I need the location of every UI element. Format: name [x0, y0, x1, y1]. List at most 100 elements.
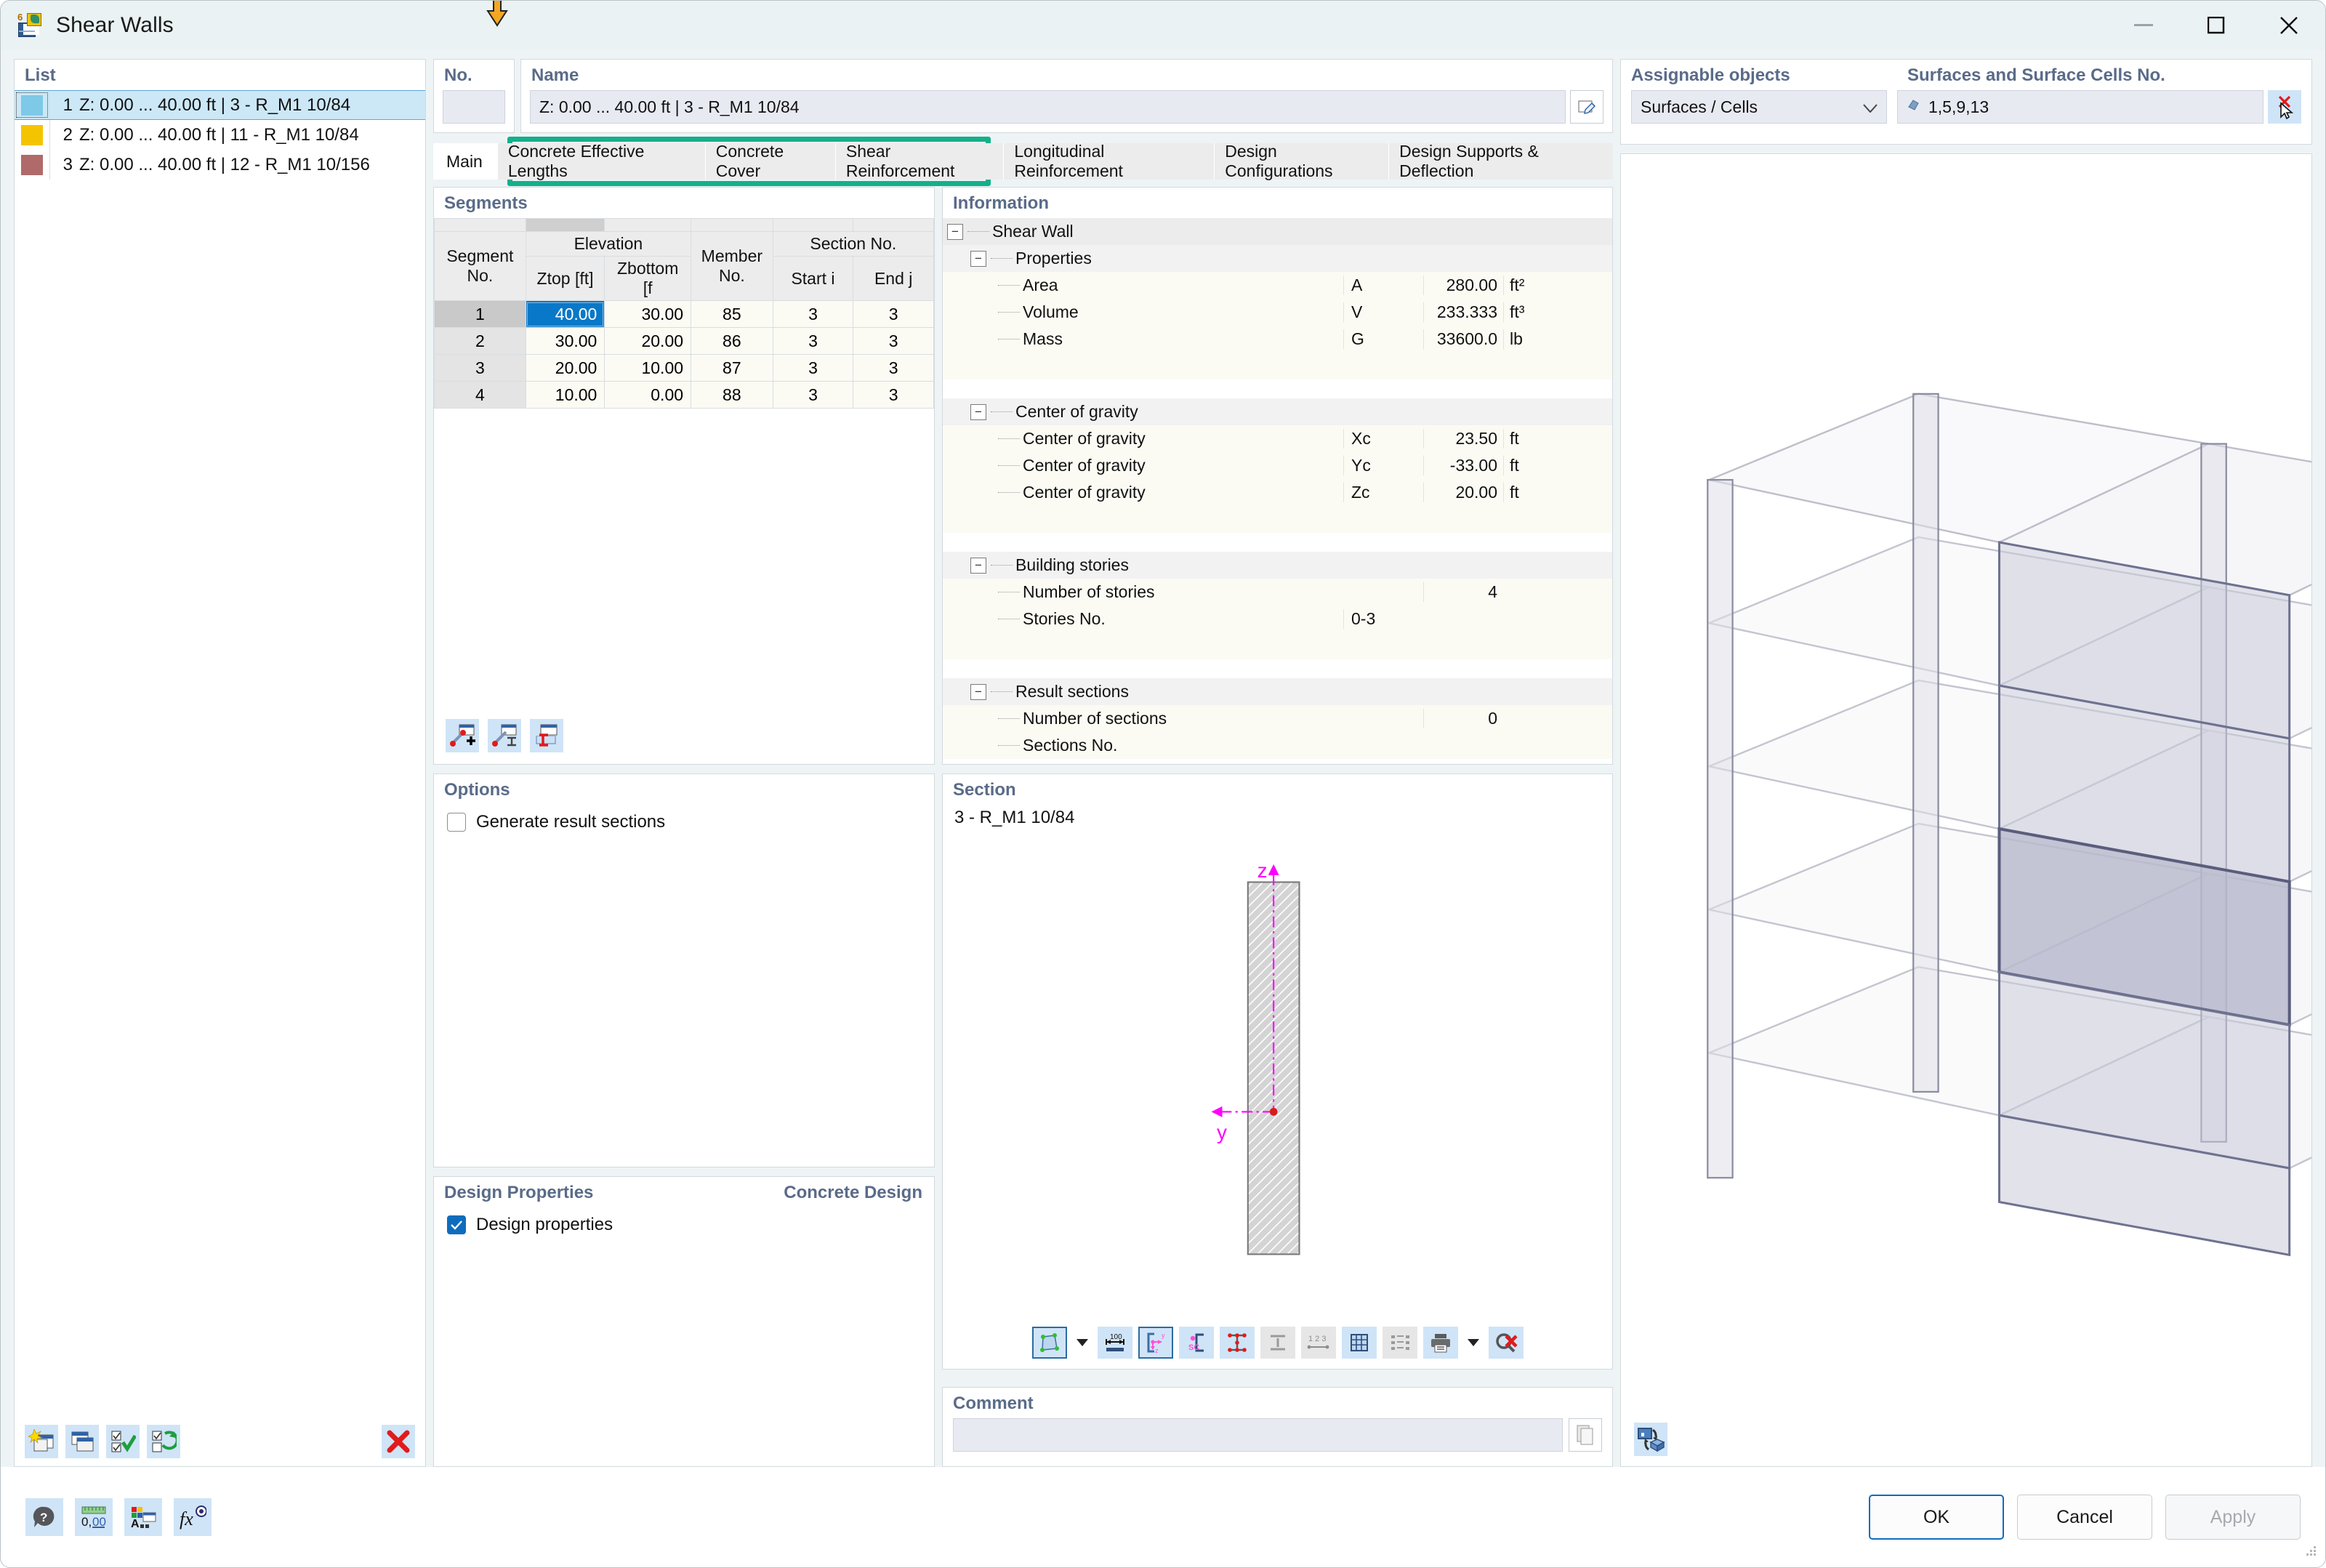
table-row[interactable]: 3 20.00 10.00 87 3 3 [434, 354, 934, 382]
table-row[interactable]: 1 40.00 30.00 85 3 3 [434, 300, 934, 328]
stress-points-icon[interactable] [1219, 1327, 1255, 1359]
axis-system-icon[interactable]: y z [1138, 1327, 1173, 1359]
cell-ztop[interactable]: 20.00 [525, 354, 605, 382]
fe-mesh-icon[interactable] [1341, 1327, 1377, 1359]
new-shear-wall-icon[interactable] [25, 1425, 58, 1458]
section-shape-icon[interactable] [1031, 1327, 1067, 1359]
design-properties-checkbox[interactable] [447, 1215, 466, 1234]
chevron-down-icon[interactable] [1863, 97, 1878, 117]
tree-root-shear-wall[interactable]: − Shear Wall [943, 218, 1612, 245]
tab-longitudinal-reinforcement[interactable]: Longitudinal Reinforcement [1003, 142, 1215, 180]
maximize-icon[interactable] [2180, 1, 2253, 50]
copy-shear-wall-icon[interactable] [65, 1425, 99, 1458]
reset-view-icon[interactable] [1488, 1327, 1524, 1359]
help-icon[interactable]: ? [25, 1498, 63, 1536]
cell-ztop[interactable]: 30.00 [525, 327, 605, 355]
model-3d-view[interactable] [1620, 153, 2325, 1467]
cell-zbottom[interactable]: 0.00 [604, 381, 692, 409]
invert-selection-icon[interactable] [147, 1425, 180, 1458]
tab-concrete-cover[interactable]: Concrete Cover [704, 142, 835, 180]
tree-group-properties[interactable]: − Properties [943, 245, 1612, 272]
tab-shear-reinforcement[interactable]: Shear Reinforcement [834, 142, 1004, 180]
cell-start-i[interactable]: 3 [772, 381, 854, 409]
ok-button[interactable]: OK [1869, 1495, 2004, 1540]
segment-properties-icon[interactable] [488, 719, 521, 752]
resize-grip[interactable] [2303, 1543, 2318, 1561]
list-item[interactable]: 1 Z: 0.00 ... 40.00 ft | 3 - R_M1 10/84 [15, 90, 425, 120]
generate-result-sections-row[interactable]: Generate result sections [434, 805, 934, 832]
tab-design-configurations[interactable]: Design Configurations [1214, 142, 1389, 180]
table-row[interactable]: 2 30.00 20.00 86 3 3 [434, 327, 934, 355]
comment-input[interactable] [953, 1418, 1563, 1452]
collapse-icon[interactable]: − [947, 223, 963, 240]
section-drawing[interactable]: z y [943, 828, 1612, 1321]
model-3d-canvas[interactable] [1621, 154, 2325, 1415]
cell-member-no[interactable]: 85 [691, 300, 773, 328]
cell-end-j[interactable]: 3 [853, 354, 934, 382]
list-item[interactable]: 2 Z: 0.00 ... 40.00 ft | 11 - R_M1 10/84 [15, 120, 425, 150]
minimize-icon[interactable] [2107, 1, 2180, 50]
th-ztop: Ztop [ft] [525, 256, 605, 301]
edit-name-icon[interactable] [1570, 90, 1603, 124]
tab-design-supports-deflection[interactable]: Design Supports & Deflection [1388, 142, 1614, 180]
cell-start-i[interactable]: 3 [772, 300, 854, 328]
close-icon[interactable] [2253, 1, 2325, 50]
collapse-icon[interactable]: − [970, 683, 986, 700]
collapse-icon[interactable]: − [970, 403, 986, 420]
tree-group-center-of-gravity[interactable]: − Center of gravity [943, 398, 1612, 425]
list-item[interactable]: 3 Z: 0.00 ... 40.00 ft | 12 - R_M1 10/15… [15, 150, 425, 180]
add-segment-icon[interactable] [446, 719, 479, 752]
clipboard-icon[interactable] [1569, 1418, 1602, 1452]
tree-row-label: Center of gravity [1023, 483, 1146, 502]
segment-section-icon[interactable] [530, 719, 563, 752]
tree-group-building-stories[interactable]: − Building stories [943, 552, 1612, 579]
color-swatch-cell [15, 120, 49, 150]
surfaces-input[interactable]: 1,5,9,13 [1897, 90, 2263, 124]
collapse-icon[interactable]: − [970, 250, 986, 267]
generate-result-sections-checkbox[interactable] [447, 813, 466, 832]
cell-ztop[interactable]: 10.00 [525, 381, 605, 409]
table-row[interactable]: 4 10.00 0.00 88 3 3 [434, 381, 934, 409]
segments-table[interactable]: Segment No. Elevation Member No. Section N… [434, 218, 935, 409]
cell-ztop[interactable]: 40.00 [525, 300, 605, 328]
shear-center-icon[interactable]: SC [1178, 1327, 1214, 1359]
cell-start-i[interactable]: 3 [772, 327, 854, 355]
formula-icon[interactable]: fx [174, 1498, 212, 1536]
delete-icon[interactable] [382, 1425, 415, 1458]
cell-zbottom[interactable]: 20.00 [604, 327, 692, 355]
cell-zbottom[interactable]: 30.00 [604, 300, 692, 328]
dialog-footer: ? 0, 00 A fx OK Cancel Apply [1, 1467, 2325, 1567]
numbering-icon[interactable]: 1 2 3 [1300, 1327, 1336, 1359]
tab-main[interactable]: Main [433, 143, 497, 180]
select-all-icon[interactable] [106, 1425, 140, 1458]
print-icon[interactable] [1422, 1327, 1458, 1359]
cell-member-no[interactable]: 88 [691, 381, 773, 409]
display-properties-icon[interactable]: A [124, 1498, 162, 1536]
render-mode-icon[interactable] [1634, 1423, 1667, 1456]
assignable-objects-select[interactable]: Surfaces / Cells [1631, 90, 1887, 124]
no-input[interactable] [443, 90, 505, 124]
design-properties-row[interactable]: Design properties [434, 1207, 934, 1235]
cell-end-j[interactable]: 3 [853, 327, 934, 355]
shear-wall-list[interactable]: 1 Z: 0.00 ... 40.00 ft | 3 - R_M1 10/84 … [15, 90, 425, 1417]
tree-group-label: Center of gravity [1015, 402, 1138, 421]
cell-member-no[interactable]: 86 [691, 327, 773, 355]
name-input[interactable]: Z: 0.00 ... 40.00 ft | 3 - R_M1 10/84 [530, 90, 1566, 124]
cell-start-i[interactable]: 3 [772, 354, 854, 382]
parts-icon[interactable] [1260, 1327, 1295, 1359]
cell-end-j[interactable]: 3 [853, 381, 934, 409]
section-shape-dropdown-icon[interactable] [1073, 1327, 1092, 1359]
units-decimal-places-icon[interactable]: 0, 00 [75, 1498, 113, 1536]
dimensions-icon[interactable]: 100 [1097, 1327, 1132, 1359]
layers-icon[interactable] [1382, 1327, 1417, 1359]
print-dropdown-icon[interactable] [1464, 1327, 1483, 1359]
collapse-icon[interactable]: − [970, 557, 986, 574]
cell-member-no[interactable]: 87 [691, 354, 773, 382]
tab-concrete-effective-lengths[interactable]: Concrete Effective Lengths [496, 142, 705, 180]
cursor-pick-icon[interactable] [2268, 90, 2301, 124]
information-tree[interactable]: − Shear Wall − Properties Area A 280.00 … [943, 218, 1612, 759]
cancel-button[interactable]: Cancel [2017, 1495, 2152, 1540]
cell-end-j[interactable]: 3 [853, 300, 934, 328]
tree-group-result-sections[interactable]: − Result sections [943, 678, 1612, 705]
cell-zbottom[interactable]: 10.00 [604, 354, 692, 382]
